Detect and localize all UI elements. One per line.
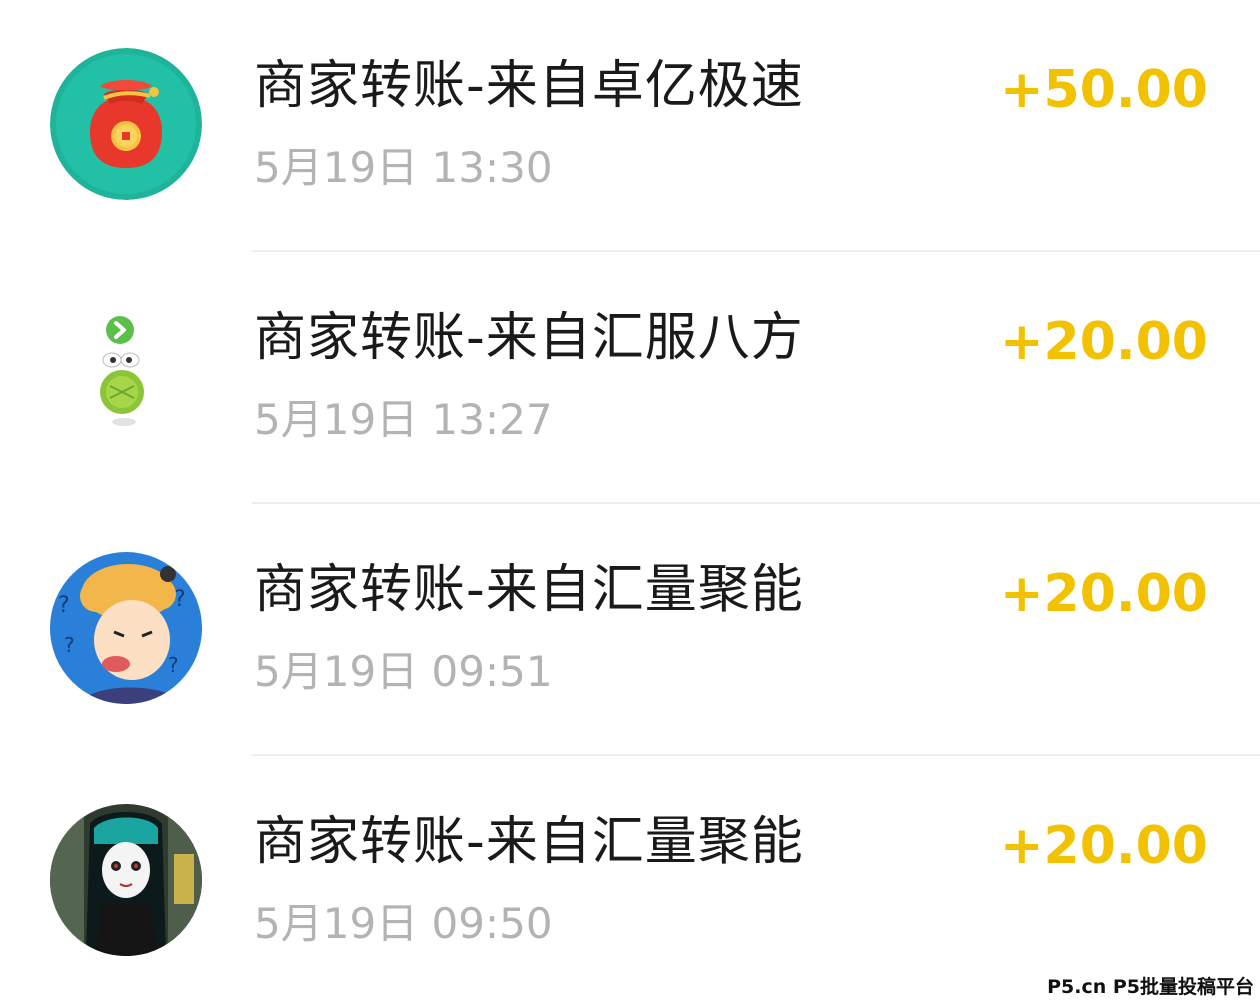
transaction-amount: +50.00 — [999, 60, 1208, 120]
watermark-text: P5.cn P5批量投稿平台 — [1047, 976, 1254, 998]
transaction-row[interactable]: 商家转账-来自汇量聚能 5月19日 09:50 +20.00 — [0, 756, 1260, 1008]
transaction-row[interactable]: 商家转账-来自卓亿极速 5月19日 13:30 +50.00 — [0, 0, 1260, 252]
transaction-amount: +20.00 — [999, 564, 1208, 624]
svg-text:?: ? — [64, 633, 75, 657]
cartoon-face-avatar: ? ? ? ? — [50, 552, 202, 704]
dark-cartoon-girl-avatar — [50, 804, 202, 956]
transaction-title: 商家转账-来自卓亿极速 — [254, 56, 804, 116]
transaction-time: 5月19日 13:30 — [254, 143, 553, 192]
green-frog-icon — [50, 300, 202, 452]
transaction-amount: +20.00 — [999, 816, 1208, 876]
transaction-title: 商家转账-来自汇服八方 — [254, 308, 804, 368]
svg-text:?: ? — [174, 587, 186, 612]
transaction-row[interactable]: ? ? ? ? 商家转账-来自汇量聚能 5月19日 09:51 +20.00 — [0, 504, 1260, 756]
transaction-row[interactable]: 商家转账-来自汇服八方 5月19日 13:27 +20.00 — [0, 252, 1260, 504]
transaction-time: 5月19日 13:27 — [254, 395, 553, 444]
transaction-time: 5月19日 09:50 — [254, 899, 553, 948]
transaction-title: 商家转账-来自汇量聚能 — [254, 560, 804, 620]
svg-text:?: ? — [168, 653, 179, 677]
transaction-list: 商家转账-来自卓亿极速 5月19日 13:30 +50.00 商家转账-来自汇服… — [0, 0, 1260, 1004]
transaction-title: 商家转账-来自汇量聚能 — [254, 812, 804, 872]
transaction-amount: +20.00 — [999, 312, 1208, 372]
red-money-bag-icon — [50, 48, 202, 200]
svg-text:?: ? — [58, 593, 70, 618]
transaction-time: 5月19日 09:51 — [254, 647, 553, 696]
